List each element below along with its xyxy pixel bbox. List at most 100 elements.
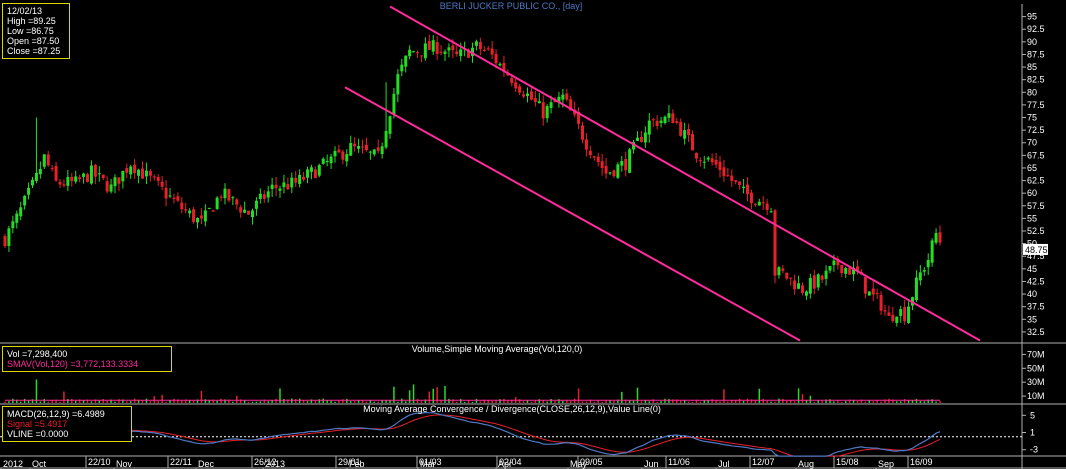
candle <box>180 197 184 214</box>
candle <box>852 261 856 282</box>
candle <box>891 306 895 323</box>
candle <box>698 157 702 167</box>
candle <box>290 172 294 194</box>
candle <box>278 185 282 198</box>
candle <box>526 87 529 103</box>
candle <box>922 267 926 276</box>
info-vline: VLINE =0.0000 <box>7 429 69 439</box>
candle <box>616 162 620 179</box>
candle <box>435 36 439 61</box>
candle <box>368 150 372 160</box>
candle <box>46 150 50 167</box>
y-tick-label: 70 <box>1027 138 1037 148</box>
candle <box>3 233 7 248</box>
candle <box>514 79 518 93</box>
x-month-label: Jul <box>718 459 730 469</box>
candle <box>718 155 722 178</box>
candle <box>361 139 364 154</box>
candle <box>54 161 58 182</box>
candle <box>439 45 443 56</box>
candle <box>443 49 447 62</box>
candle <box>34 117 38 184</box>
candle <box>903 300 907 325</box>
candle <box>329 153 333 170</box>
macd-title: Moving Average Convergence / Divergence(… <box>363 404 661 414</box>
candle <box>738 181 742 190</box>
candle <box>86 172 89 183</box>
candle <box>152 174 156 181</box>
candle <box>565 88 569 102</box>
x-date-label: 22/11 <box>170 457 192 467</box>
candle <box>671 109 675 124</box>
macd-panel <box>0 411 1022 457</box>
vol-tick-label: 30M <box>1027 377 1045 387</box>
candle <box>714 153 718 168</box>
x-month-label: Nov <box>116 459 133 469</box>
candle <box>840 264 844 278</box>
candle <box>836 256 840 270</box>
candle <box>101 174 105 181</box>
candle <box>156 174 160 186</box>
candle <box>620 155 624 172</box>
stock-chart[interactable]: 95 92.5 90 87.5 85 82.5 80 77.5 75 72.5 70 67.5 65 62… <box>0 0 1066 469</box>
candle <box>109 178 113 194</box>
candle <box>867 291 871 296</box>
x-month-label: May <box>570 459 588 469</box>
candle <box>537 93 541 104</box>
candle <box>349 135 353 157</box>
candle <box>19 201 23 221</box>
y-tick-label: 55 <box>1027 213 1037 223</box>
trendline-lower[interactable] <box>344 86 801 342</box>
candle <box>31 176 34 189</box>
candle <box>298 169 302 188</box>
candle <box>624 151 628 177</box>
x-month-label: 2013 <box>265 459 285 469</box>
trendline-upper[interactable] <box>389 5 981 342</box>
candle <box>926 253 930 275</box>
y-tick-label: 52.5 <box>1027 226 1045 236</box>
candle <box>337 144 341 154</box>
candle <box>785 272 789 281</box>
x-month-label: Feb <box>349 459 365 469</box>
candle <box>309 164 313 180</box>
x-date-label: 12/07 <box>752 457 775 467</box>
candle <box>541 95 545 126</box>
y-tick-label: 32.5 <box>1027 327 1045 337</box>
candle <box>364 137 368 152</box>
y-tick-label: 87.5 <box>1027 49 1045 59</box>
candle <box>357 138 361 153</box>
candle <box>82 172 86 184</box>
y-tick-label: 45 <box>1027 264 1037 274</box>
x-month-label: Apr <box>498 459 512 469</box>
candle <box>577 107 581 129</box>
candle <box>231 195 235 206</box>
y-tick-label: 65 <box>1027 163 1037 173</box>
y-tick-label: 42.5 <box>1027 276 1045 286</box>
candle <box>600 153 604 176</box>
candle <box>486 45 490 51</box>
x-date-label: 15/08 <box>836 457 859 467</box>
candle <box>223 183 227 205</box>
candle <box>380 142 384 159</box>
y-tick-label: 35 <box>1027 314 1037 324</box>
candle <box>133 159 137 179</box>
candle <box>478 37 482 56</box>
x-month-label: Sep <box>878 459 894 469</box>
candle <box>376 139 380 154</box>
candle <box>934 228 938 245</box>
candle <box>808 273 812 299</box>
candle <box>879 291 883 315</box>
candle <box>797 275 801 290</box>
candle <box>317 163 321 178</box>
candle <box>70 172 74 187</box>
x-month-label: Jun <box>644 459 659 469</box>
candle <box>592 155 596 161</box>
candle <box>176 192 180 203</box>
candle <box>247 210 251 215</box>
candle <box>871 281 875 302</box>
candle <box>58 178 62 188</box>
y-tick-label: 60 <box>1027 188 1037 198</box>
candle <box>632 139 636 154</box>
candle <box>258 188 262 204</box>
candle <box>227 188 231 203</box>
